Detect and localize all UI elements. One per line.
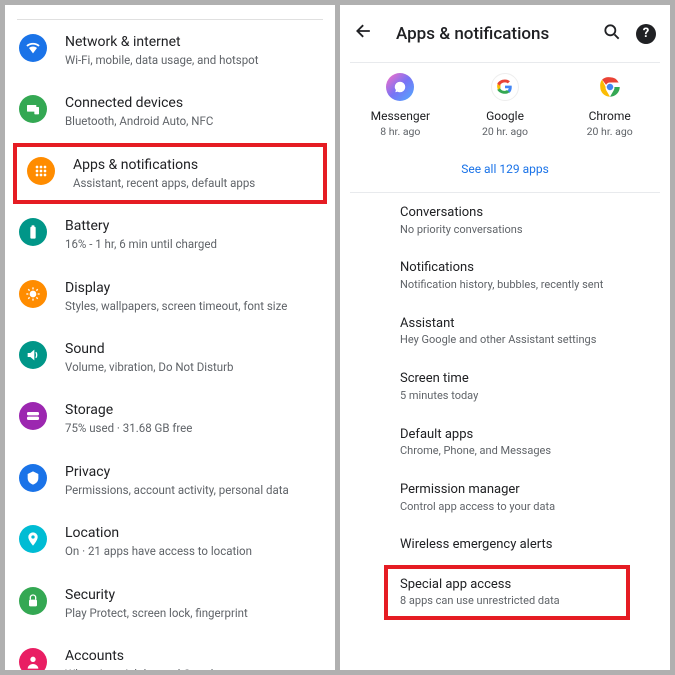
app-time: 8 hr. ago (348, 125, 453, 138)
highlight-apps-notifications: Apps & notifications Assistant, recent a… (13, 143, 327, 204)
item-title: Privacy (65, 463, 289, 482)
security-icon (19, 587, 47, 615)
page-title: Apps & notifications (396, 24, 602, 44)
see-all-apps-link[interactable]: See all 129 apps (340, 146, 670, 192)
settings-item-sound[interactable]: Sound Volume, vibration, Do Not Disturb (5, 327, 335, 388)
app-time: 20 hr. ago (453, 125, 558, 138)
recent-app-google[interactable]: Google 20 hr. ago (453, 73, 558, 138)
settings-item-accounts[interactable]: Accounts WhatsApp, Adobe, and Google (5, 634, 335, 670)
accounts-icon (19, 648, 47, 670)
item-title: Accounts (65, 647, 220, 666)
item-title: Storage (65, 401, 192, 420)
item-subtitle: Styles, wallpapers, screen timeout, font… (65, 299, 287, 315)
item-subtitle: 16% - 1 hr, 6 min until charged (65, 237, 217, 253)
sub-title: Wireless emergency alerts (400, 536, 670, 554)
sub-title: Special app access (400, 576, 626, 594)
sub-title: Conversations (400, 204, 670, 222)
settings-item-security[interactable]: Security Play Protect, screen lock, fing… (5, 573, 335, 634)
app-name: Messenger (348, 109, 453, 123)
item-title: Display (65, 279, 287, 298)
sub-item-assistant[interactable]: Assistant Hey Google and other Assistant… (340, 304, 670, 359)
google-icon (491, 73, 519, 101)
devices-icon (19, 95, 47, 123)
wifi-icon (19, 34, 47, 62)
item-subtitle: Wi-Fi, mobile, data usage, and hotspot (65, 53, 258, 69)
sub-title: Notifications (400, 259, 670, 277)
settings-item-privacy[interactable]: Privacy Permissions, account activity, p… (5, 450, 335, 511)
item-title: Security (65, 586, 248, 605)
sub-subtitle: Chrome, Phone, and Messages (400, 444, 670, 459)
sub-subtitle: 5 minutes today (400, 389, 670, 404)
settings-item-storage[interactable]: Storage 75% used · 31.68 GB free (5, 388, 335, 449)
back-button[interactable] (354, 21, 374, 46)
messenger-icon (386, 73, 414, 101)
sub-subtitle: Control app access to your data (400, 500, 670, 515)
settings-item-apps[interactable]: Apps & notifications Assistant, recent a… (17, 147, 323, 200)
page-header: Apps & notifications ? (340, 5, 670, 62)
sub-item-screen-time[interactable]: Screen time 5 minutes today (340, 359, 670, 414)
sub-subtitle: Notification history, bubbles, recently … (400, 278, 670, 293)
item-subtitle: Play Protect, screen lock, fingerprint (65, 606, 248, 622)
chrome-icon (596, 73, 624, 101)
item-subtitle: On · 21 apps have access to location (65, 544, 252, 560)
apps-icon (27, 157, 55, 185)
recent-app-chrome[interactable]: Chrome 20 hr. ago (557, 73, 662, 138)
item-title: Battery (65, 217, 217, 236)
item-title: Connected devices (65, 94, 213, 113)
search-button[interactable] (602, 22, 622, 46)
settings-item-battery[interactable]: Battery 16% - 1 hr, 6 min until charged (5, 204, 335, 265)
sub-title: Assistant (400, 315, 670, 333)
settings-item-connected[interactable]: Connected devices Bluetooth, Android Aut… (5, 81, 335, 142)
sub-item-permission-manager[interactable]: Permission manager Control app access to… (340, 470, 670, 525)
sub-item-wireless-alerts[interactable]: Wireless emergency alerts (340, 525, 670, 565)
sub-subtitle: 8 apps can use unrestricted data (400, 594, 626, 609)
help-button[interactable]: ? (636, 24, 656, 44)
settings-main-pane: Network & internet Wi-Fi, mobile, data u… (5, 5, 335, 670)
app-time: 20 hr. ago (557, 125, 662, 138)
battery-icon (19, 218, 47, 246)
display-icon (19, 280, 47, 308)
privacy-icon (19, 464, 47, 492)
sub-item-default-apps[interactable]: Default apps Chrome, Phone, and Messages (340, 415, 670, 470)
settings-item-network[interactable]: Network & internet Wi-Fi, mobile, data u… (5, 20, 335, 81)
item-subtitle: Volume, vibration, Do Not Disturb (65, 360, 233, 376)
sub-item-notifications[interactable]: Notifications Notification history, bubb… (340, 248, 670, 303)
recent-app-messenger[interactable]: Messenger 8 hr. ago (348, 73, 453, 138)
settings-item-display[interactable]: Display Styles, wallpapers, screen timeo… (5, 266, 335, 327)
location-icon (19, 525, 47, 553)
app-name: Chrome (557, 109, 662, 123)
sub-item-conversations[interactable]: Conversations No priority conversations (340, 193, 670, 248)
item-title: Location (65, 524, 252, 543)
item-subtitle: 75% used · 31.68 GB free (65, 421, 192, 437)
item-title: Network & internet (65, 33, 258, 52)
sub-title: Default apps (400, 426, 670, 444)
item-subtitle: WhatsApp, Adobe, and Google (65, 667, 220, 670)
sub-subtitle: Hey Google and other Assistant settings (400, 333, 670, 348)
item-title: Apps & notifications (73, 156, 255, 175)
storage-icon (19, 402, 47, 430)
sound-icon (19, 341, 47, 369)
item-subtitle: Assistant, recent apps, default apps (73, 176, 255, 192)
settings-sub-list: Conversations No priority conversations … (340, 193, 670, 620)
item-subtitle: Bluetooth, Android Auto, NFC (65, 114, 213, 130)
item-title: Sound (65, 340, 233, 359)
sub-title: Permission manager (400, 481, 670, 499)
item-subtitle: Permissions, account activity, personal … (65, 483, 289, 499)
settings-item-location[interactable]: Location On · 21 apps have access to loc… (5, 511, 335, 572)
sub-item-special-app-access[interactable]: Special app access 8 apps can use unrest… (384, 565, 630, 620)
sub-subtitle: No priority conversations (400, 223, 670, 238)
app-name: Google (453, 109, 558, 123)
apps-notifications-pane: Apps & notifications ? Messenger 8 hr. a… (340, 5, 670, 670)
sub-title: Screen time (400, 370, 670, 388)
recent-apps-row: Messenger 8 hr. ago Google 20 hr. ago Ch… (340, 63, 670, 146)
